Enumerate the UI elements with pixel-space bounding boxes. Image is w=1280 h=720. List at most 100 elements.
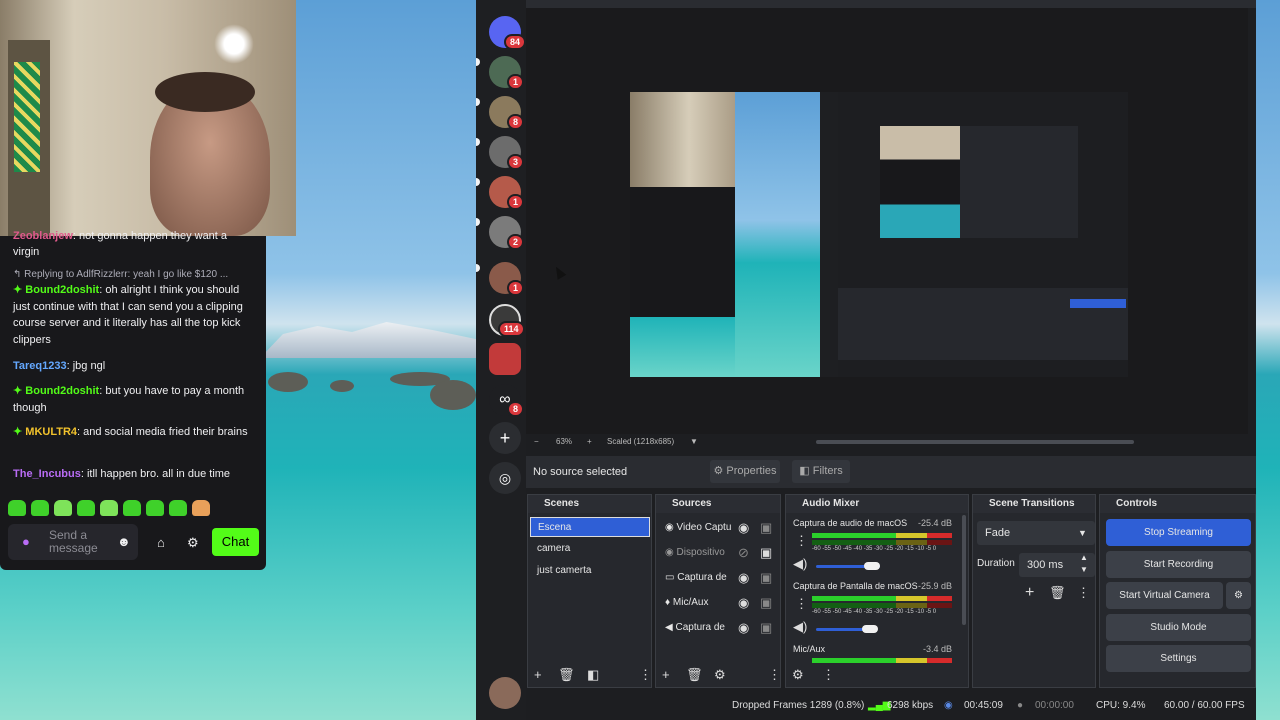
scene-item[interactable]: camera [537,539,570,559]
gear-icon[interactable]: ⚙ [187,535,199,551]
lock-icon[interactable]: ▣ [760,620,772,636]
gear-icon[interactable]: ⚙ [714,667,726,683]
store-icon[interactable]: ⌂ [157,535,165,550]
eye-icon[interactable]: ◉ [738,595,749,611]
mixer-channel-db: -3.4 dB [923,644,953,654]
more-icon[interactable]: ⋮ [639,667,652,683]
preview-canvas [630,92,1128,377]
towel [14,62,40,172]
server-pip [476,264,480,272]
add-scene-icon[interactable]: + [534,667,542,682]
more-icon[interactable]: ⋮ [768,667,781,683]
zoom-in-button[interactable]: + [587,437,592,446]
emote-icon[interactable] [146,500,164,516]
unread-badge: 1 [507,280,525,296]
lake-rock [330,380,354,392]
eye-icon[interactable]: ◉ [738,570,749,586]
emote-icon[interactable] [169,500,187,516]
chat-input[interactable]: ● Send a message ☻ [8,524,138,560]
scene-item[interactable]: just camerta [537,561,591,581]
vertical-scrollbar[interactable] [962,515,966,625]
trash-icon[interactable]: 🗑 [686,667,703,683]
eye-icon[interactable]: ◉ [738,620,749,636]
chevron-down-icon[interactable]: ▼ [690,437,698,446]
start-recording-button[interactable]: Start Recording [1106,551,1251,578]
gear-icon[interactable]: ⚙ [1226,582,1251,609]
speaker-icon[interactable]: ◀) [793,556,807,572]
settings-button[interactable]: Settings [1106,645,1251,672]
more-icon[interactable]: ⋮ [795,596,808,612]
source-item[interactable]: ◉ Video Captu [665,518,731,538]
zoom-out-button[interactable]: − [534,437,539,446]
speaker-icon[interactable]: ◀) [793,619,807,635]
stop-streaming-button[interactable]: Stop Streaming [1106,519,1251,546]
emote-icon[interactable] [31,500,49,516]
emote-icon[interactable] [192,500,210,516]
studio-mode-button[interactable]: Studio Mode [1106,614,1251,641]
properties-button[interactable]: ⚙ Properties [710,460,780,483]
emoji-icon[interactable]: ☻ [117,534,131,549]
filter-icon[interactable]: ◧ [587,667,599,683]
volume-slider-knob[interactable] [864,562,880,570]
discover-icon[interactable]: ◎ [489,462,521,494]
speaker-icon: ◀ [665,622,676,633]
obs-preview[interactable] [526,8,1248,434]
volume-meter [812,533,952,538]
lake-rock [430,380,476,410]
chat-message: The_Incubus: itll happen bro. all in due… [13,468,231,480]
scenes-dock: Scenes Escena camera just camerta + 🗑 ◧ … [527,494,652,688]
trash-icon[interactable]: 🗑 [558,667,575,683]
emote-icon[interactable] [8,500,26,516]
source-item[interactable]: ◀ Captura de [665,618,725,638]
microphone-icon[interactable]: ● [22,534,30,549]
start-virtual-camera-button[interactable]: Start Virtual Camera [1106,582,1223,609]
unread-badge: 114 [498,321,525,337]
source-toolbar: No source selected ⚙ Properties ◧ Filter… [526,456,1256,488]
volume-slider-knob[interactable] [862,625,878,633]
add-server-icon[interactable]: + [489,422,521,454]
trash-icon[interactable]: 🗑 [1049,585,1066,601]
chevron-down-icon[interactable]: ▼ [1080,565,1088,574]
more-icon[interactable]: ⋮ [822,667,835,683]
source-item[interactable]: ▭ Captura de [665,568,727,588]
duration-input[interactable]: 300 ms ▲ ▼ [1019,553,1095,577]
chat-send-button[interactable]: Chat [212,528,259,556]
transition-select[interactable]: Fade ▼ [977,521,1095,545]
chat-message: ✦ MKULTR4: and social media fried their … [13,426,248,438]
lock-icon[interactable]: ▣ [760,595,772,611]
audio-mixer-dock: Audio Mixer Captura de audio de macOS -2… [785,494,969,688]
lock-icon[interactable]: ▣ [760,570,772,586]
unread-badge: 1 [507,194,525,210]
emote-icon[interactable] [54,500,72,516]
source-item[interactable]: ◉ Dispositivo [665,543,725,563]
lock-icon[interactable]: ▣ [760,545,772,561]
emote-icon[interactable] [123,500,141,516]
zoom-bar: − 63% + Scaled (1218x685) ▼ [526,434,1256,450]
horizontal-scrollbar[interactable] [816,440,1134,444]
lock-icon[interactable]: ▣ [760,520,772,536]
filters-button[interactable]: ◧ Filters [792,460,850,483]
more-icon[interactable]: ⋮ [1077,585,1090,601]
eye-icon[interactable]: ◉ [738,520,749,536]
meter-scale: -60 -55 -50 -45 -40 -35 -30 -25 -20 -15 … [812,609,937,615]
gear-icon[interactable]: ⚙ [792,667,804,683]
controls-title: Controls [1100,495,1255,513]
no-source-label: No source selected [533,466,628,478]
user-avatar[interactable] [489,677,521,709]
emote-icon[interactable] [77,500,95,516]
more-icon[interactable]: ⋮ [795,533,808,549]
unread-badge: 8 [507,401,525,417]
server-icon[interactable] [489,343,521,375]
chevron-up-icon[interactable]: ▲ [1080,553,1088,562]
scene-item[interactable]: Escena [530,517,650,537]
kick-chat-panel: Zeoblanjew: not gonna happen they want a… [0,230,266,570]
emote-icon[interactable] [100,500,118,516]
add-source-icon[interactable]: + [662,667,670,682]
source-item[interactable]: ♦ Mic/Aux [665,593,708,613]
add-transition-icon[interactable]: + [1025,584,1034,602]
monitor-icon: ▭ [665,572,678,583]
nested-preview [880,126,960,238]
nested-preview [960,126,1078,238]
unread-badge: 1 [507,74,525,90]
eye-off-icon[interactable]: ⊘ [738,545,749,561]
